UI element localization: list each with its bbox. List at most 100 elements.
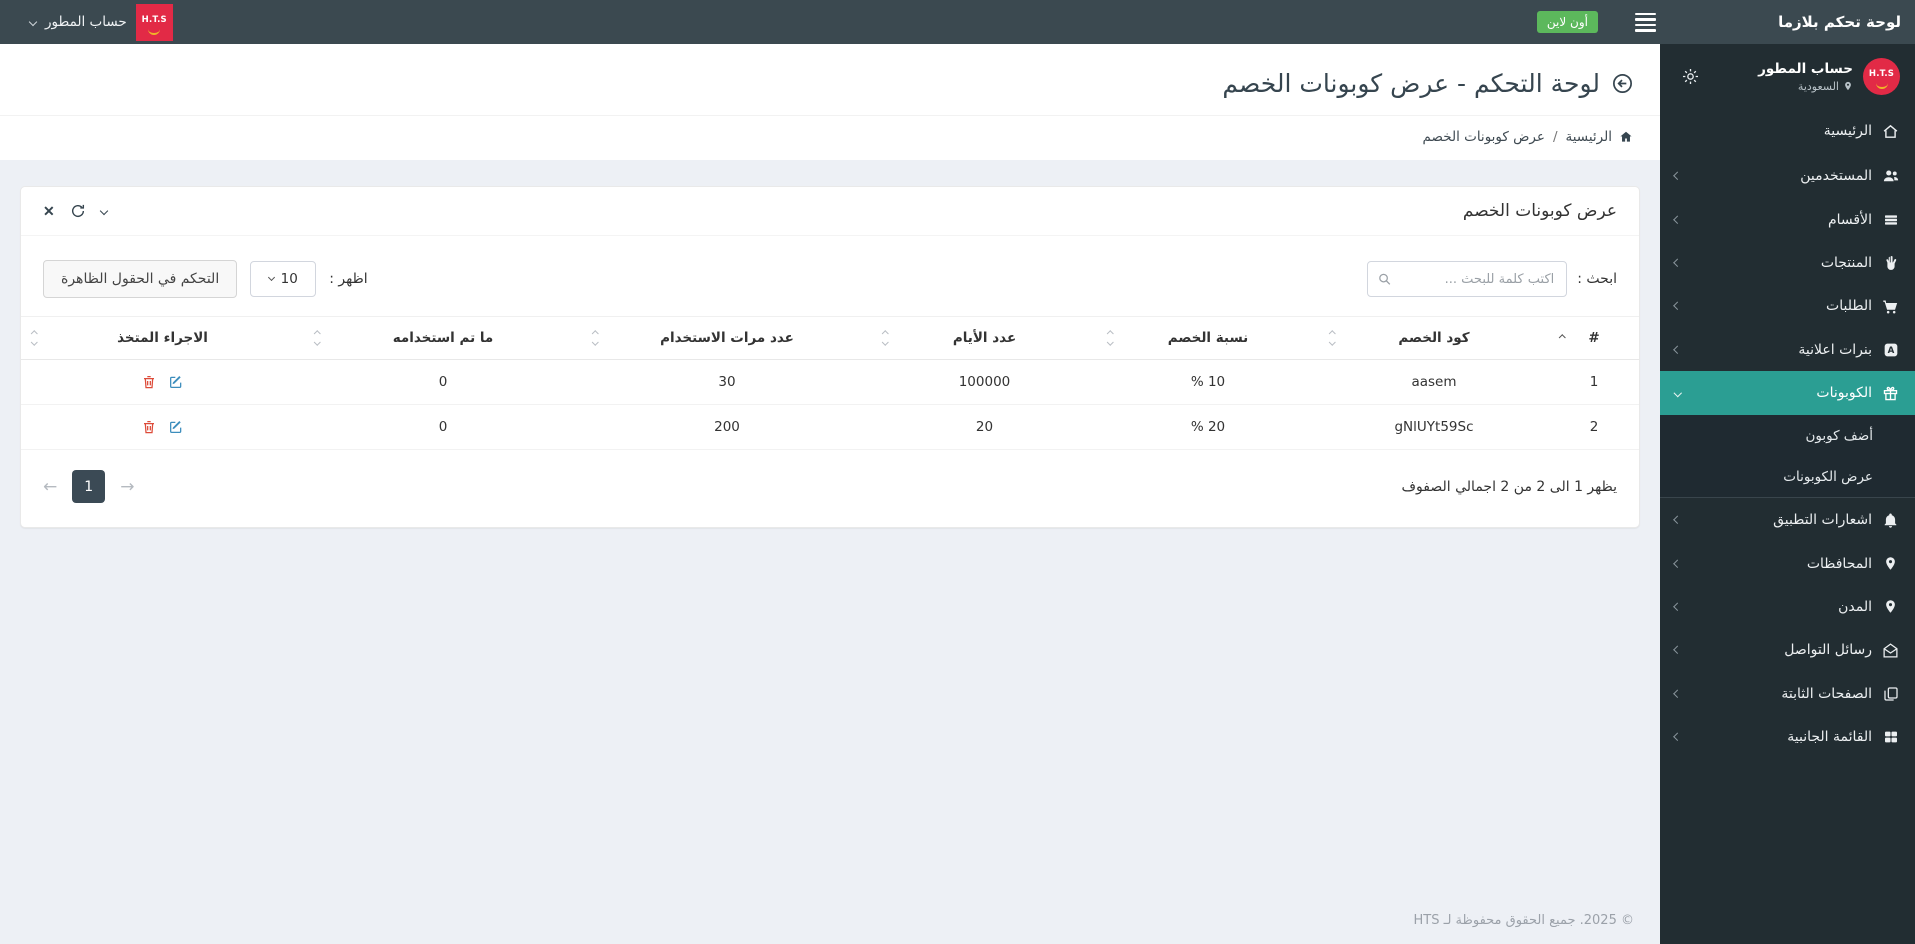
chevron-left-icon bbox=[1673, 602, 1682, 611]
sidebar-item-label: المنتجات bbox=[1820, 254, 1872, 271]
account-label: حساب المطور bbox=[45, 14, 127, 30]
close-icon[interactable]: ✕ bbox=[43, 203, 55, 220]
sidebar-item-cities[interactable]: المدن bbox=[1660, 585, 1915, 628]
column-header-used[interactable]: ما تم استخدامه bbox=[304, 316, 582, 360]
cell-discount: % 10 bbox=[1097, 359, 1319, 405]
cell-used: 0 bbox=[304, 404, 582, 450]
sidebar-item-label: الكوبونات bbox=[1816, 385, 1872, 401]
chevron-left-icon bbox=[1673, 689, 1682, 698]
chevron-left-icon bbox=[1673, 345, 1682, 354]
previous-page-arrow[interactable]: ← bbox=[43, 477, 57, 497]
table-row: 1 aasem % 10 100000 30 0 bbox=[21, 359, 1639, 405]
sidebar-menu-lower: اشعارات التطبيق المحافظات المدن رسائل ال… bbox=[1660, 498, 1915, 758]
column-header-code[interactable]: كود الخصم bbox=[1319, 316, 1549, 360]
cell-code: aasem bbox=[1319, 359, 1549, 405]
chevron-left-icon bbox=[1673, 559, 1682, 568]
sections-icon bbox=[1881, 212, 1900, 228]
column-header-index[interactable]: # bbox=[1549, 316, 1639, 360]
sidebar-item-static-pages[interactable]: الصفحات الثابتة bbox=[1660, 672, 1915, 715]
rows-info: يظهر 1 الى 2 من 2 اجمالي الصفوف bbox=[1401, 478, 1617, 495]
edit-icon[interactable] bbox=[165, 419, 187, 435]
next-page-arrow[interactable]: → bbox=[120, 477, 134, 497]
cell-days: 20 bbox=[872, 404, 1097, 450]
cell-actions bbox=[21, 404, 304, 450]
arrow-circle-left-icon bbox=[1611, 72, 1634, 95]
sort-icon[interactable] bbox=[31, 330, 38, 346]
account-dropdown[interactable]: H.T.S حساب المطور bbox=[0, 0, 187, 44]
sidebar-item-label: الرئيسية bbox=[1823, 123, 1872, 139]
map-marker-icon bbox=[1881, 599, 1900, 614]
sidebar-item-home[interactable]: الرئيسية bbox=[1660, 109, 1915, 153]
topbar: لوحة تحكم بلازما أون لاين H.T.S حساب الم… bbox=[0, 0, 1915, 44]
submenu-item-view-coupons[interactable]: عرض الكوبونات bbox=[1660, 456, 1915, 497]
page-number-button[interactable]: 1 bbox=[72, 470, 106, 503]
gear-icon[interactable] bbox=[1681, 67, 1700, 86]
sort-icon[interactable] bbox=[1107, 330, 1114, 346]
sidebar-item-governorates[interactable]: المحافظات bbox=[1660, 542, 1915, 585]
sidebar-item-label: المدن bbox=[1838, 598, 1872, 615]
main-content: لوحة التحكم - عرض كوبونات الخصم الرئيسية… bbox=[0, 44, 1660, 944]
sort-icon[interactable] bbox=[592, 330, 599, 346]
sidebar-item-notifications[interactable]: اشعارات التطبيق bbox=[1660, 498, 1915, 542]
chevron-left-icon bbox=[1673, 215, 1682, 224]
page-size-value: 10 bbox=[280, 271, 298, 287]
chevron-left-icon bbox=[1673, 732, 1682, 741]
profile-name: حساب المطور bbox=[1758, 60, 1853, 77]
submenu-item-add-coupon[interactable]: أضف كوبون bbox=[1660, 415, 1915, 456]
content-body: عرض كوبونات الخصم ✕ ابحث : اكتب كلمة للب… bbox=[0, 160, 1660, 899]
cell-actions bbox=[21, 359, 304, 405]
page-size-label: اظهر : bbox=[329, 271, 368, 287]
sort-icon[interactable] bbox=[1329, 330, 1336, 346]
search-input[interactable] bbox=[1367, 261, 1568, 297]
sidebar-item-coupons[interactable]: الكوبونات bbox=[1660, 371, 1915, 415]
chevron-left-icon bbox=[1673, 516, 1682, 524]
sort-icon[interactable] bbox=[882, 330, 889, 346]
sidebar-item-label: بنرات اعلانية bbox=[1798, 341, 1872, 358]
cell-days: 100000 bbox=[872, 359, 1097, 405]
products-icon bbox=[1881, 255, 1900, 271]
svg-text:A: A bbox=[1887, 346, 1894, 356]
ad-banner-icon: A bbox=[1881, 342, 1900, 358]
sidebar-item-messages[interactable]: رسائل التواصل bbox=[1660, 628, 1915, 672]
collapse-chevron-icon[interactable] bbox=[99, 206, 108, 216]
sort-icon[interactable] bbox=[314, 330, 321, 346]
trash-icon[interactable] bbox=[138, 374, 160, 390]
sidebar-item-users[interactable]: المستخدمين bbox=[1660, 153, 1915, 198]
sidebar-item-banners[interactable]: A بنرات اعلانية bbox=[1660, 328, 1915, 371]
sidebar-item-products[interactable]: المنتجات bbox=[1660, 241, 1915, 284]
cell-code: gNlUYt59Sc bbox=[1319, 404, 1549, 450]
page-size-select[interactable]: 10 bbox=[250, 261, 317, 297]
users-icon bbox=[1881, 167, 1900, 185]
sidebar-profile: H.T.S حساب المطور السعودية bbox=[1660, 44, 1915, 109]
sidebar-item-orders[interactable]: الطلبات bbox=[1660, 284, 1915, 328]
cell-used: 0 bbox=[304, 359, 582, 405]
content-header: لوحة التحكم - عرض كوبونات الخصم الرئيسية… bbox=[0, 44, 1660, 160]
column-header-discount[interactable]: نسبة الخصم bbox=[1097, 316, 1319, 360]
column-header-max-uses[interactable]: عدد مرات الاستخدام bbox=[582, 316, 872, 360]
breadcrumb-home-link[interactable]: الرئيسية bbox=[1566, 129, 1634, 145]
grid-icon bbox=[1881, 729, 1900, 745]
search-icon bbox=[1377, 272, 1392, 287]
page-title: لوحة التحكم - عرض كوبونات الخصم bbox=[1222, 69, 1600, 98]
hamburger-icon[interactable] bbox=[1631, 9, 1660, 36]
brand-title[interactable]: لوحة تحكم بلازما bbox=[1660, 13, 1915, 31]
sidebar-item-sections[interactable]: الأقسام bbox=[1660, 198, 1915, 241]
sidebar-item-label: المستخدمين bbox=[1800, 167, 1872, 184]
home-icon bbox=[1620, 131, 1632, 142]
column-header-days[interactable]: عدد الأيام bbox=[872, 316, 1097, 360]
column-header-actions[interactable]: الاجراء المتخذ bbox=[21, 316, 304, 360]
chevron-left-icon bbox=[1673, 302, 1682, 310]
sidebar-menu: الرئيسية المستخدمين الأقسام المنتجات الط… bbox=[1660, 109, 1915, 415]
toggle-columns-button[interactable]: التحكم في الحقول الظاهرة bbox=[43, 260, 238, 298]
trash-icon[interactable] bbox=[138, 419, 160, 435]
map-marker-icon bbox=[1881, 556, 1900, 571]
online-status-badge: أون لاين bbox=[1536, 11, 1598, 33]
sort-asc-icon[interactable] bbox=[1559, 334, 1566, 342]
refresh-icon[interactable] bbox=[70, 203, 86, 219]
envelope-icon bbox=[1881, 642, 1900, 659]
sidebar-item-side-menu[interactable]: القائمة الجانبية bbox=[1660, 715, 1915, 758]
chevron-down-icon bbox=[267, 273, 275, 282]
chevron-left-icon bbox=[1673, 258, 1682, 267]
sidebar-item-label: اشعارات التطبيق bbox=[1773, 512, 1872, 528]
edit-icon[interactable] bbox=[165, 374, 187, 390]
